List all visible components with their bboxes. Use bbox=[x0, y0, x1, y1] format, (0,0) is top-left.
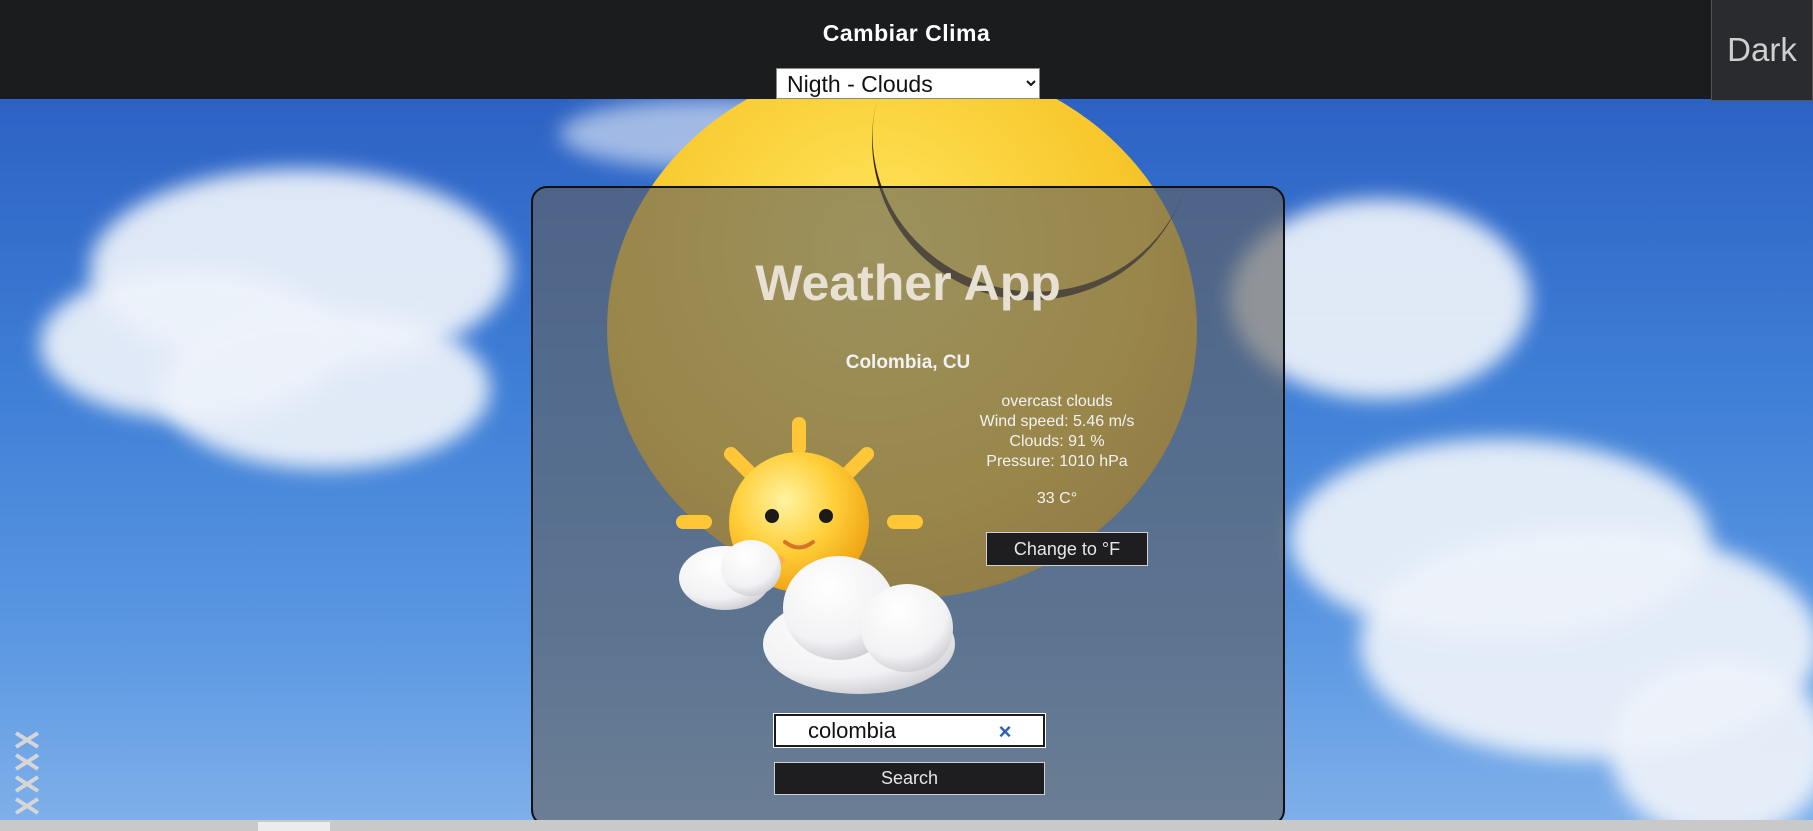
dark-mode-button[interactable]: Dark bbox=[1711, 0, 1813, 101]
temperature-value: 33 C° bbox=[1036, 490, 1078, 507]
clear-icon[interactable]: × bbox=[990, 717, 1020, 746]
weather-details: overcast clouds Wind speed: 5.46 m/s Clo… bbox=[957, 392, 1157, 472]
change-unit-button[interactable]: Change to °F bbox=[986, 532, 1148, 566]
weather-description: overcast clouds bbox=[1001, 393, 1113, 410]
pressure: Pressure: 1010 hPa bbox=[986, 453, 1128, 470]
scrollbar-thumb[interactable] bbox=[258, 822, 330, 831]
top-header: Cambiar Clima Nigth - Clouds bbox=[0, 0, 1813, 99]
spiral-binding-icon bbox=[14, 731, 40, 815]
search-input[interactable] bbox=[776, 716, 986, 745]
location-label: Colombia, CU bbox=[845, 352, 971, 373]
sun-behind-clouds-icon bbox=[676, 417, 955, 694]
background-cloud bbox=[160, 309, 490, 469]
cloud-percentage: Clouds: 91 % bbox=[1009, 433, 1105, 450]
weather-card: Weather App Colombia, CU overcast clouds… bbox=[531, 186, 1285, 826]
header-title: Cambiar Clima bbox=[822, 20, 991, 46]
search-button[interactable]: Search bbox=[774, 762, 1045, 795]
search-field[interactable]: × bbox=[773, 713, 1046, 748]
wind-speed: Wind speed: 5.46 m/s bbox=[979, 413, 1135, 430]
app-title: Weather App bbox=[755, 255, 1061, 311]
weather-theme-select[interactable]: Nigth - Clouds bbox=[776, 68, 1040, 99]
